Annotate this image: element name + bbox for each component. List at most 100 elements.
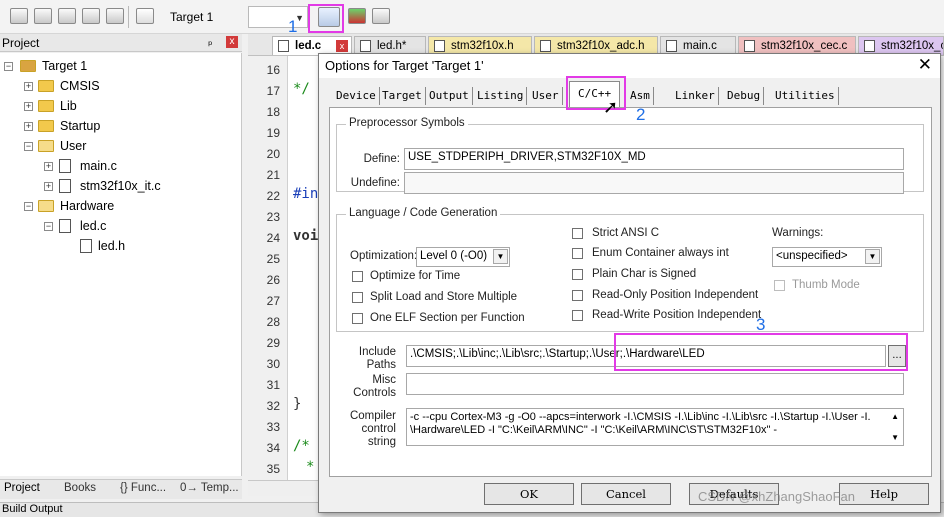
thumb-mode-checkbox: [774, 280, 785, 291]
highlight-box-1: [308, 4, 344, 33]
annotation-3: 3: [756, 315, 766, 334]
group-title: Preprocessor Symbols: [346, 117, 468, 129]
rwpi-checkbox[interactable]: [572, 310, 583, 321]
expand-icon[interactable]: +: [44, 182, 53, 191]
dialog-titlebar: Options for Target 'Target 1' ✕: [319, 54, 940, 78]
expand-icon[interactable]: +: [44, 162, 53, 171]
tab-user[interactable]: User: [529, 87, 563, 105]
folder-open-icon: [38, 200, 54, 212]
define-input[interactable]: USE_STDPERIPH_DRIVER,STM32F10X_MD: [404, 148, 904, 170]
scroll-up-icon[interactable]: ▲: [891, 410, 899, 423]
tab-utilities[interactable]: Utilities: [772, 87, 839, 105]
undefine-label: Undefine:: [350, 177, 400, 189]
optimize-time-checkbox[interactable]: [352, 271, 363, 282]
code-line: */: [293, 81, 310, 97]
close-tab-icon[interactable]: x: [336, 40, 348, 52]
compiler-label: Compiler: [349, 410, 396, 422]
collapse-icon[interactable]: −: [24, 142, 33, 151]
file-icon: [59, 179, 71, 193]
load-icon[interactable]: [136, 8, 154, 24]
file-icon: [864, 40, 875, 52]
tab-debug[interactable]: Debug: [724, 87, 765, 105]
tab-listing[interactable]: Listing: [474, 87, 528, 105]
target-icon: [20, 60, 36, 72]
define-label: Define:: [363, 153, 400, 165]
line-number: 18: [266, 105, 280, 119]
ropi-checkbox[interactable]: [572, 290, 583, 301]
undefine-input[interactable]: [404, 172, 904, 194]
close-icon[interactable]: x: [226, 36, 238, 48]
folder-icon: [38, 120, 54, 132]
collapse-icon[interactable]: −: [44, 222, 53, 231]
stop-build-icon[interactable]: [106, 8, 124, 24]
tab-books[interactable]: Books: [64, 482, 96, 494]
tab-templates[interactable]: 0→ Temp...: [180, 482, 239, 494]
batch-build-icon[interactable]: [82, 8, 100, 24]
tab-linker[interactable]: Linker: [672, 87, 719, 105]
folder-open-icon: [38, 140, 54, 152]
manage-components-icon[interactable]: [348, 8, 366, 24]
cursor-icon: ➚: [603, 97, 619, 117]
file-extensions-icon[interactable]: [372, 8, 390, 24]
c-cpp-pane: Preprocessor Symbols Define: USE_STDPERI…: [329, 107, 932, 477]
code-line: #in: [293, 186, 319, 202]
dialog-title: Options for Target 'Target 1': [325, 58, 484, 73]
target-label: Target 1: [170, 10, 214, 24]
rebuild-icon[interactable]: [58, 8, 76, 24]
expand-icon[interactable]: +: [24, 102, 33, 111]
toolbar: Target 1 ▼: [0, 0, 944, 34]
file-icon: [80, 239, 92, 253]
misc-controls-input[interactable]: [406, 373, 904, 395]
line-gutter: 16 17 18 19 20 21 22 23 24 25 26 27 28 2…: [248, 56, 288, 480]
options-dialog: Options for Target 'Target 1' ✕ Device T…: [318, 53, 941, 513]
line-number: 24: [266, 231, 280, 245]
annotation-2: 2: [636, 105, 646, 124]
expand-icon[interactable]: +: [24, 82, 33, 91]
close-icon[interactable]: ✕: [918, 55, 932, 75]
optimization-select[interactable]: Level 0 (-O0) ▼: [416, 247, 510, 267]
tab-device[interactable]: Device: [333, 87, 380, 105]
misc-label: Misc: [372, 374, 396, 386]
split-load-label: Split Load and Store Multiple: [370, 291, 518, 303]
target-select[interactable]: ▼: [248, 6, 308, 28]
tab-output[interactable]: Output: [426, 87, 473, 105]
tab-project[interactable]: Project: [4, 482, 40, 494]
tab-asm[interactable]: Asm: [627, 87, 654, 105]
collapse-icon[interactable]: −: [4, 62, 13, 71]
translate-icon[interactable]: [10, 8, 28, 24]
line-number: 33: [266, 420, 280, 434]
scroll-down-icon[interactable]: ▼: [891, 431, 899, 444]
collapse-icon[interactable]: −: [24, 202, 33, 211]
tab-target[interactable]: Target: [379, 87, 426, 105]
panel-title: Project: [2, 36, 40, 50]
dialog-tabs: Device Target Output Listing User C/C++ …: [329, 81, 929, 107]
left-panel-tabs: Project Books {} Func... 0→ Temp...: [0, 479, 242, 499]
one-elf-label: One ELF Section per Function: [370, 312, 525, 324]
pin-icon[interactable]: ₚ: [208, 35, 213, 48]
include-label: Paths: [366, 359, 396, 371]
file-icon: [540, 40, 551, 52]
build-icon[interactable]: [34, 8, 52, 24]
file-icon: [59, 159, 71, 173]
ok-button[interactable]: OK: [484, 483, 574, 505]
code-line: }: [293, 396, 302, 412]
warnings-label: Warnings:: [772, 227, 824, 239]
project-tree: − Target 1 + CMSIS + Lib + Startup − Use…: [0, 53, 242, 476]
folder-icon: [38, 80, 54, 92]
split-load-checkbox[interactable]: [352, 292, 363, 303]
expand-icon[interactable]: +: [24, 122, 33, 131]
warnings-select[interactable]: <unspecified> ▼: [772, 247, 882, 267]
ropi-label: Read-Only Position Independent: [592, 289, 759, 301]
tab-functions[interactable]: {} Func...: [120, 482, 166, 494]
plain-char-checkbox[interactable]: [572, 269, 583, 280]
cancel-button[interactable]: Cancel: [581, 483, 671, 505]
strict-ansi-checkbox[interactable]: [572, 228, 583, 239]
file-icon: [666, 40, 677, 52]
one-elf-checkbox[interactable]: [352, 313, 363, 324]
enum-container-checkbox[interactable]: [572, 248, 583, 259]
watermark: CSDN @xhZhangShaoFan: [698, 489, 855, 504]
line-number: 20: [266, 147, 280, 161]
line-number: 32: [266, 399, 280, 413]
file-icon: [360, 40, 371, 52]
thumb-mode-label: Thumb Mode: [792, 279, 860, 291]
